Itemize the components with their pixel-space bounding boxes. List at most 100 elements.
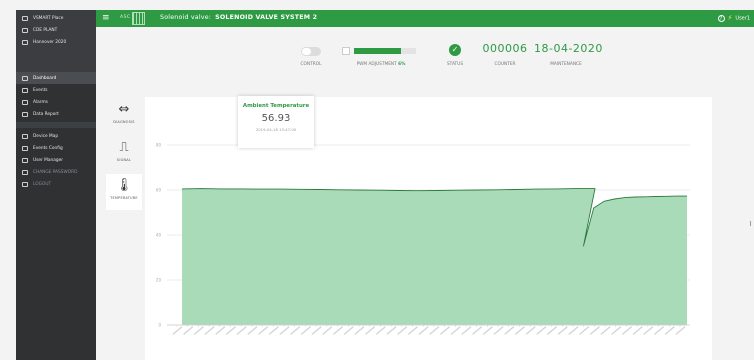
x-tick-label: [183, 326, 194, 335]
tooltip-time: 2019-04-18 13:47:00: [255, 127, 297, 132]
x-tick-label: [653, 326, 665, 335]
pwm-handle[interactable]: [342, 47, 350, 55]
control-toggle[interactable]: [301, 47, 321, 56]
chart-tabs: ⇔ DIAGNOSIS ⎍ SIGNAL 🌡 TEMPERATURE: [106, 98, 142, 212]
tab-label: SIGNAL: [116, 158, 132, 162]
sidebar-item-dashboard[interactable]: Dashboard: [16, 72, 96, 84]
counter-value: 000006: [482, 42, 528, 55]
signal-icon: ⎍: [119, 140, 129, 155]
x-tick-label: [472, 326, 483, 335]
sidebar-item-events[interactable]: Events: [16, 84, 96, 96]
sidebar-item-alarms[interactable]: Alarms: [16, 96, 96, 108]
x-tick-label: [482, 326, 493, 335]
chart-tooltip: Ambient Temperature 56.93 2019-04-18 13:…: [238, 96, 314, 148]
x-tick-label: [365, 326, 376, 335]
sidebar-item-label: Hannover 2020: [33, 39, 67, 45]
menu-icon[interactable]: ≡: [102, 12, 110, 24]
status-block: ✓ STATUS: [440, 27, 470, 82]
page-title: Solenoid valve: SOLENOID VALVE SYSTEM 2: [160, 12, 317, 24]
grid-icon: [22, 15, 28, 21]
pwm-label-text: PWM ADJUSTMENT: [356, 62, 397, 67]
x-tick-label: [600, 326, 611, 335]
sidebar-item-label: LOGOUT: [33, 181, 52, 187]
sidebar-item-label: Data Report: [33, 111, 59, 117]
sidebar-item-vsmart-place[interactable]: VSMART Place: [16, 12, 96, 24]
x-tick-label: [675, 326, 686, 335]
status-strip: CONTROL PWM ADJUSTMENT 6% ✓ STATUS 00000…: [96, 27, 754, 82]
sidebar-item-change-password[interactable]: CHANGE PASSWORD: [16, 166, 96, 178]
x-tick-label: [247, 326, 258, 335]
x-tick-label: [568, 326, 579, 335]
sidebar-item-label: Device Map: [33, 133, 59, 139]
sidebar-divider: [16, 122, 96, 128]
pwm-value: 6%: [398, 62, 406, 67]
sidebar-item-device-map[interactable]: Device Map: [16, 130, 96, 142]
x-tick-label: [557, 326, 568, 335]
pwm-block: PWM ADJUSTMENT 6%: [340, 27, 422, 82]
x-tick-label: [343, 326, 354, 335]
logout-icon: [22, 181, 28, 187]
sidebar-item-cde-plant[interactable]: CDE PLANT: [16, 24, 96, 36]
tab-signal[interactable]: ⎍ SIGNAL: [106, 136, 142, 172]
x-tick-label: [418, 326, 429, 335]
y-tick-label: 20: [156, 278, 162, 283]
x-tick-label: [386, 326, 397, 335]
x-tick-label: [514, 326, 525, 335]
check-icon: ✓: [449, 44, 461, 56]
sidebar-item-label: Events Config: [33, 145, 63, 151]
sidebar-item-data-report[interactable]: Data Report: [16, 108, 96, 120]
help-icon[interactable]: ?: [717, 14, 725, 22]
x-tick-label: [258, 326, 269, 335]
user-name[interactable]: User1: [735, 16, 750, 22]
sidebar-item-label: Alarms: [33, 99, 48, 105]
x-tick-label: [397, 326, 408, 335]
grid-icon: [22, 27, 28, 33]
panel-edge-mark: [750, 221, 754, 226]
x-tick-label: [204, 326, 215, 335]
tab-diagnosis[interactable]: ⇔ DIAGNOSIS: [106, 98, 142, 134]
sidebar-plants: VSMART Place CDE PLANT Hannover 2020: [16, 10, 96, 72]
tooltip-title: Ambient Temperature: [242, 103, 310, 109]
thermometer-icon: 🌡: [115, 178, 133, 193]
x-tick-label: [332, 326, 344, 335]
sidebar-item-label: CDE PLANT: [33, 27, 58, 33]
tooltip-value: 56.93: [261, 113, 291, 124]
x-tick-label: [172, 326, 183, 335]
calendar-icon: [22, 87, 28, 93]
pwm-track: [354, 48, 416, 54]
control-label: CONTROL: [300, 62, 322, 67]
pwm-slider[interactable]: [342, 47, 420, 55]
sidebar: VSMART Place CDE PLANT Hannover 2020 Das…: [16, 10, 96, 360]
x-tick-label: [439, 326, 451, 335]
sidebar-item-hannover-2020[interactable]: Hannover 2020: [16, 36, 96, 48]
x-tick-label: [236, 326, 247, 335]
x-tick-label: [589, 326, 600, 335]
x-tick-label: [279, 326, 290, 335]
x-tick-label: [225, 326, 237, 335]
sidebar-item-label: CHANGE PASSWORD: [33, 169, 78, 175]
x-tick-label: [407, 326, 418, 335]
pressure-icon: ⇔: [118, 102, 130, 117]
x-tick-label: [525, 326, 536, 335]
x-tick-label: [300, 326, 311, 335]
x-tick-label: [621, 326, 632, 335]
x-tick-label: [579, 326, 590, 335]
temperature-chart[interactable]: 0 20 40 60 80: [145, 97, 712, 360]
topbar-actions: ? ⚡ User1: [717, 12, 750, 25]
control-block: CONTROL: [291, 27, 331, 82]
sidebar-item-events-config[interactable]: Events Config: [16, 142, 96, 154]
maintenance-block: 18-04-2020 MAINTENANCE: [534, 27, 602, 82]
tab-temperature[interactable]: 🌡 TEMPERATURE: [106, 174, 142, 210]
y-tick-label: 60: [156, 188, 162, 193]
x-tick-label: [546, 326, 558, 335]
x-tick-label: [493, 326, 504, 335]
sidebar-item-user-manager[interactable]: User Manager: [16, 154, 96, 166]
x-tick-label: [322, 326, 333, 335]
maintenance-label: MAINTENANCE: [550, 62, 582, 67]
x-tick-label: [536, 326, 547, 335]
sidebar-item-logout[interactable]: LOGOUT: [16, 178, 96, 190]
bolt-icon[interactable]: ⚡: [728, 14, 733, 22]
x-tick-label: [215, 326, 226, 335]
tab-label: TEMPERATURE: [110, 196, 138, 200]
top-bar: ≡ ASC Solenoid valve: SOLENOID VALVE SYS…: [96, 10, 754, 27]
